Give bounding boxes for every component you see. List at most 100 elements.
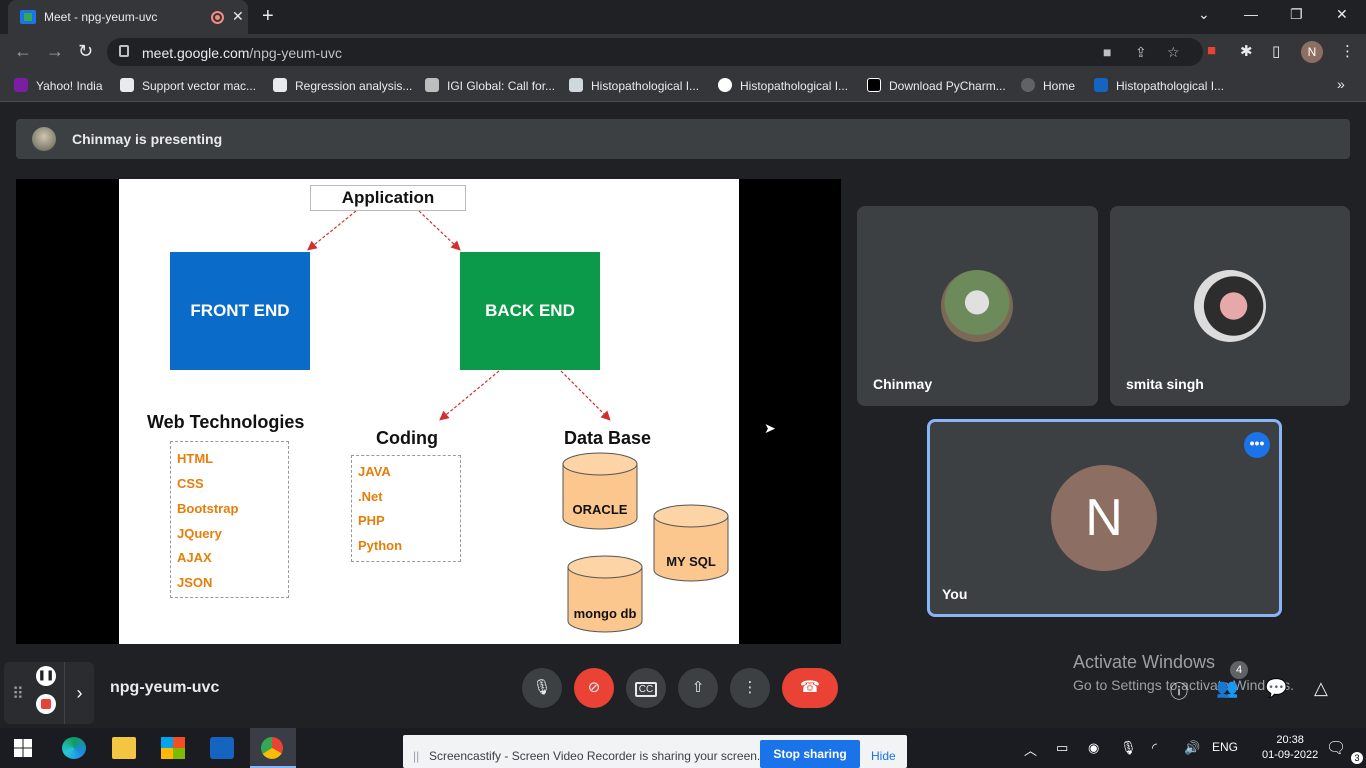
self-tile[interactable]: N ••• You <box>927 419 1282 617</box>
present-icon: ⇧ <box>691 679 705 696</box>
self-name: You <box>942 586 968 602</box>
bookmark-item[interactable]: Support vector mac... <box>120 78 256 93</box>
back-icon[interactable]: ← <box>14 41 32 62</box>
ieee-icon <box>1094 78 1108 92</box>
chat-icon[interactable]: 💬 <box>1265 678 1287 699</box>
bookmark-item[interactable]: Histopathological I... <box>569 78 699 93</box>
more-options-button[interactable]: ⋮ <box>730 668 770 708</box>
mongodb-cylinder: mongo db <box>567 555 643 633</box>
screencastify-widget: ⠿ ❚❚ › <box>4 662 94 724</box>
end-call-button[interactable]: ☎ <box>782 668 838 708</box>
drag-handle-icon[interactable]: ⠿ <box>12 684 24 704</box>
cylinder-shape <box>653 504 729 582</box>
front-end-box: FRONT END <box>170 252 310 370</box>
coding-list: JAVA .Net PHP Python <box>351 455 461 562</box>
bookmark-item[interactable]: Histopathological I... <box>1094 78 1224 93</box>
participant-avatar <box>1194 270 1266 342</box>
share-icon[interactable]: ⇪ <box>1135 44 1147 61</box>
browser-menu-icon[interactable]: ⋮ <box>1340 42 1355 60</box>
activate-line1: Activate Windows <box>1073 652 1216 672</box>
clock-date: 01-09-2022 <box>1262 749 1319 761</box>
stop-record-icon[interactable] <box>36 694 56 714</box>
extensions-puzzle-icon[interactable]: ✱ <box>1240 42 1253 60</box>
participant-tile-chinmay[interactable]: Chinmay <box>857 206 1098 406</box>
bookmark-item[interactable]: Home <box>1021 78 1075 93</box>
tab-search-icon[interactable]: ⌄ <box>1198 6 1210 23</box>
browser-tab[interactable]: Meet - npg-yeum-uvc ✕ <box>8 0 248 34</box>
microphone-icon: 🎙 <box>532 679 552 696</box>
wifi-icon[interactable]: ◜ <box>1152 740 1157 756</box>
more-options-icon[interactable]: ••• <box>1244 432 1270 458</box>
bookmark-item[interactable]: IGI Global: Call for... <box>425 78 555 93</box>
meet-tray-icon[interactable]: ◉ <box>1088 740 1099 756</box>
forward-icon[interactable]: → <box>46 41 64 62</box>
presenter-avatar <box>32 127 56 151</box>
expand-icon[interactable]: › <box>64 662 94 724</box>
arrow-to-database <box>560 370 611 421</box>
screencastify-extension-icon[interactable]: ■ <box>1207 42 1216 59</box>
wikipedia-icon <box>273 78 287 92</box>
bookmark-item[interactable]: Download PyCharm... <box>867 78 1006 93</box>
mysql-cylinder: MY SQL <box>653 504 729 582</box>
stop-sharing-button[interactable]: Stop sharing <box>760 740 860 768</box>
bookmark-star-icon[interactable]: ☆ <box>1167 44 1180 61</box>
participant-tile-smita[interactable]: smita singh <box>1110 206 1350 406</box>
reload-icon[interactable]: ↻ <box>78 41 93 62</box>
windows-start-icon[interactable] <box>14 739 32 757</box>
participant-name: smita singh <box>1126 376 1204 392</box>
edge-icon[interactable] <box>62 737 86 759</box>
bookmark-item[interactable]: Histopathological I... <box>718 78 848 93</box>
profile-avatar[interactable]: N <box>1301 41 1323 63</box>
yahoo-icon <box>14 78 28 92</box>
volume-icon[interactable]: 🔊 <box>1184 740 1200 756</box>
microphone-button[interactable]: 🎙 <box>522 668 562 708</box>
arrow-to-backend <box>418 210 461 251</box>
show-hidden-icons-icon[interactable]: ︿ <box>1024 740 1037 759</box>
presenting-banner: Chinmay is presenting <box>16 119 1350 159</box>
notifications-icon[interactable]: 🗨 <box>1326 738 1346 758</box>
bookmark-item[interactable]: Regression analysis... <box>273 78 412 93</box>
slide-title: Application <box>310 185 466 211</box>
activities-icon[interactable]: △ <box>1314 678 1328 699</box>
camera-blocked-icon[interactable]: ■ <box>1103 44 1111 60</box>
hang-up-icon: ☎ <box>800 679 820 696</box>
self-avatar: N <box>1051 465 1157 571</box>
close-window-icon[interactable]: ✕ <box>1336 6 1348 23</box>
close-tab-icon[interactable]: ✕ <box>232 8 244 25</box>
arrow-to-frontend <box>307 210 357 251</box>
captions-button[interactable]: CC <box>626 668 666 708</box>
restore-icon[interactable]: ❐ <box>1290 6 1303 23</box>
cylinder-label: mongo db <box>573 606 637 621</box>
grip-icon: || <box>413 749 420 763</box>
captions-icon: CC <box>634 682 658 697</box>
chrome-taskbar-button[interactable] <box>250 728 296 768</box>
list-item: AJAX <box>177 550 212 565</box>
document-icon <box>569 78 583 92</box>
people-icon[interactable]: 👥 <box>1216 678 1238 699</box>
store-icon[interactable] <box>161 737 185 759</box>
side-panel-icon[interactable]: ▯ <box>1272 42 1280 60</box>
list-item: Python <box>358 538 403 553</box>
minimize-icon[interactable]: — <box>1244 6 1258 22</box>
more-vert-icon: ⋮ <box>742 679 758 696</box>
hide-button[interactable]: Hide <box>871 749 896 763</box>
new-tab-button[interactable]: + <box>262 5 274 28</box>
app-icon[interactable] <box>210 737 234 759</box>
bookmark-item[interactable]: Yahoo! India <box>14 78 103 93</box>
list-item: JSON <box>177 575 213 590</box>
file-explorer-icon[interactable] <box>112 737 136 759</box>
address-bar[interactable]: meet.google.com/npg-yeum-uvc ■ ⇪ ☆ <box>107 38 1203 66</box>
web-tech-heading: Web Technologies <box>147 412 305 432</box>
camera-off-icon: ⊘ <box>587 679 601 696</box>
language-indicator[interactable]: ENG <box>1212 740 1238 754</box>
info-icon[interactable]: ⓘ <box>1170 678 1188 704</box>
camera-off-button[interactable]: ⊘ <box>574 668 614 708</box>
microphone-tray-icon[interactable]: 🎙 <box>1120 740 1137 756</box>
more-bookmarks-icon[interactable]: » <box>1337 76 1345 92</box>
browser-toolbar: ← → ↻ meet.google.com/npg-yeum-uvc ■ ⇪ ☆ <box>0 34 1366 70</box>
list-item: PHP <box>358 513 385 528</box>
present-button[interactable]: ⇧ <box>678 668 718 708</box>
pause-icon[interactable]: ❚❚ <box>36 666 56 686</box>
clock[interactable]: 20:38 01-09-2022 <box>1262 733 1318 763</box>
battery-icon[interactable]: ▭ <box>1056 740 1068 756</box>
